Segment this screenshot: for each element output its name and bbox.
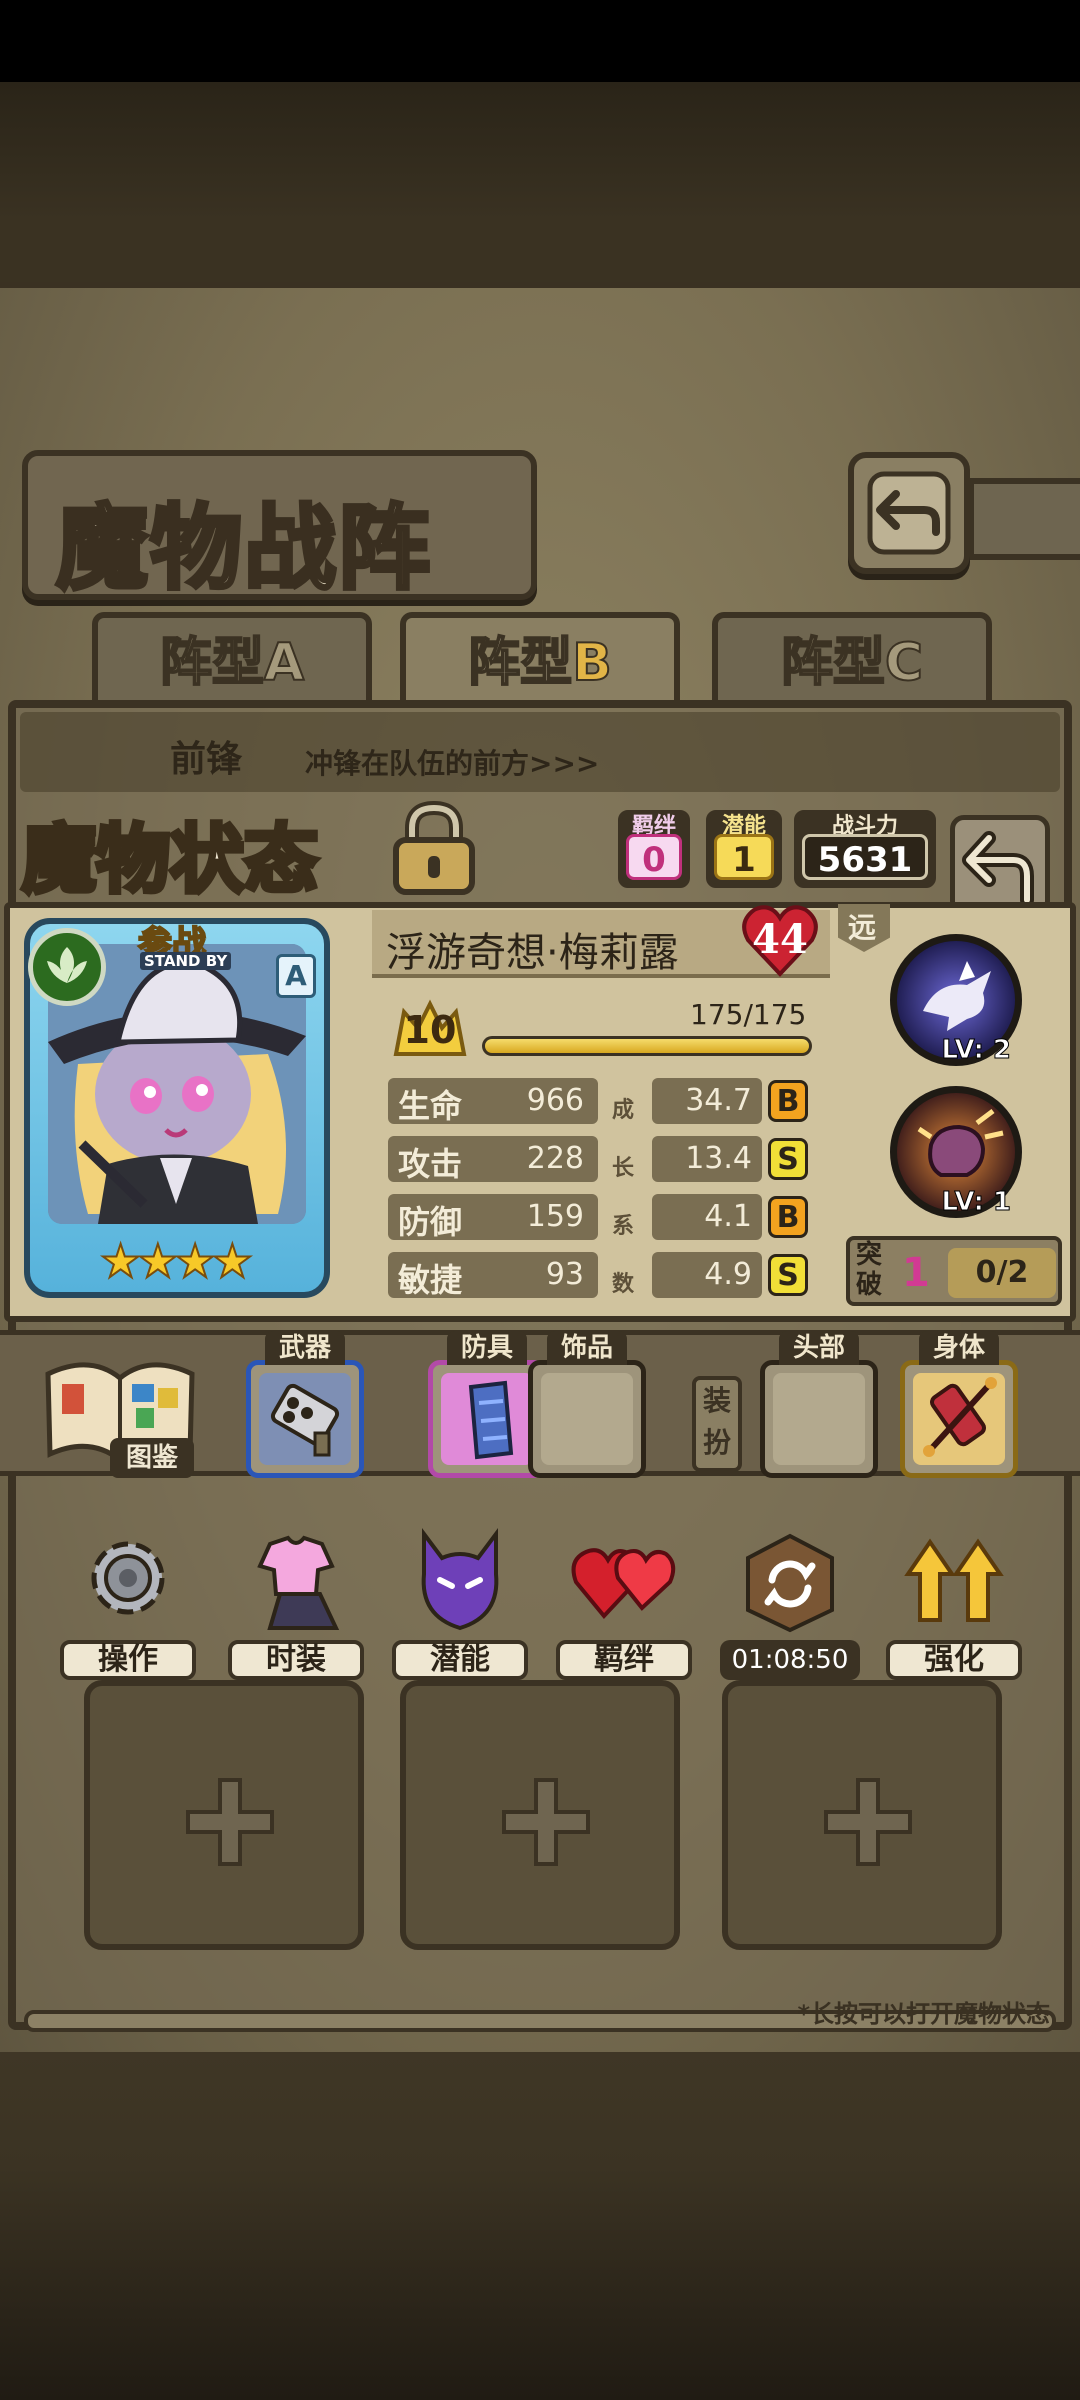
growth-attack: 13.4 S: [652, 1136, 812, 1182]
back-button-tail: [968, 478, 1080, 560]
potential-button[interactable]: 潜能: [392, 1520, 528, 1680]
level-badge: 10: [392, 998, 468, 1060]
demon-icon: [421, 1528, 499, 1631]
status-title: 魔物状态: [20, 815, 321, 906]
scroll-costume-icon: [923, 1377, 997, 1457]
plus-icon: [186, 1778, 274, 1866]
accessory-slot[interactable]: 饰品: [528, 1331, 646, 1478]
chest-timer-button[interactable]: 01:08:50: [720, 1520, 860, 1680]
screen-title-banner: 魔物战阵: [22, 450, 537, 604]
costume-label: 装扮: [692, 1376, 742, 1472]
outfit-icon: [257, 1535, 340, 1630]
front-row-name: 前锋: [170, 739, 243, 780]
gatling-weapon-icon: [270, 1383, 340, 1457]
monster-name: 浮游奇想·梅莉露: [386, 930, 679, 976]
hearts-icon: [571, 1548, 676, 1620]
exp-bar-fill: [485, 1039, 809, 1053]
grade-badge: B: [768, 1196, 808, 1238]
plus-icon: [502, 1778, 590, 1866]
undo-button[interactable]: [950, 815, 1050, 915]
grade-badge: B: [768, 1080, 808, 1122]
return-arrow-icon: [962, 831, 1034, 907]
operate-button[interactable]: 操作: [60, 1520, 196, 1680]
bracer-armor-icon: [468, 1380, 514, 1460]
bond-button[interactable]: 羁绊: [556, 1520, 692, 1680]
front-row-desc: 冲锋在队伍的前方>>>: [305, 747, 600, 780]
star-rating: ★★★★: [99, 1233, 254, 1289]
head-costume-slot[interactable]: 头部: [760, 1331, 878, 1478]
upgrade-arrows-icon: [904, 1538, 1004, 1622]
formation-slot-empty[interactable]: [400, 1680, 680, 1950]
rank-badge: A: [276, 954, 316, 998]
upgrade-button[interactable]: 强化: [886, 1520, 1022, 1680]
skill-slot-2[interactable]: LV: 1: [890, 1086, 1022, 1218]
codex-label: 图鉴: [110, 1438, 194, 1478]
back-button[interactable]: [848, 452, 970, 574]
screen-title: 魔物战阵: [54, 492, 433, 604]
potential-chip: 潜能 1: [706, 810, 782, 888]
growth-defense: 4.1 B: [652, 1194, 812, 1240]
plus-icon: [824, 1778, 912, 1866]
breakthrough-box[interactable]: 突破 1 0/2: [846, 1236, 1062, 1306]
return-icon: [867, 471, 951, 555]
bond-chip: 羁绊 0: [618, 810, 690, 888]
long-press-hint: *长按可以打开魔物状态: [797, 2000, 1050, 2028]
formation-slot-empty[interactable]: [722, 1680, 1002, 1950]
tab-formation-b[interactable]: 阵型B: [400, 612, 680, 708]
standby-badge: 参战 STAND BY: [118, 916, 254, 972]
element-grass-icon: [28, 928, 106, 1006]
exp-bar: [482, 1036, 812, 1056]
grade-badge: S: [768, 1138, 808, 1180]
skill-slot-1[interactable]: LV: 2: [890, 934, 1022, 1066]
chest-countdown: 01:08:50: [720, 1640, 860, 1680]
power-chip: 战斗力 5631: [794, 810, 936, 888]
affection-heart: 44: [740, 902, 820, 980]
growth-coefficient-label: 成 长 系 数: [611, 1098, 634, 1297]
fashion-button[interactable]: 时装: [228, 1520, 364, 1680]
tab-formation-a[interactable]: 阵型A: [92, 612, 372, 708]
exp-text: 175/175: [690, 998, 807, 1031]
grade-badge: S: [768, 1254, 808, 1296]
status-bar: [0, 0, 1080, 82]
formation-slot-empty[interactable]: [84, 1680, 364, 1950]
lock-button[interactable]: [388, 800, 480, 896]
growth-agility: 4.9 S: [652, 1252, 812, 1298]
chest-refresh-icon: [746, 1533, 834, 1633]
tab-formation-c[interactable]: 阵型C: [712, 612, 992, 708]
padlock-icon: [393, 800, 475, 895]
front-row-header: 前锋 冲锋在队伍的前方>>>: [20, 712, 1060, 792]
body-costume-slot[interactable]: 身体: [900, 1331, 1018, 1478]
weapon-slot[interactable]: 武器: [246, 1331, 364, 1478]
growth-hp: 34.7 B: [652, 1078, 812, 1124]
gear-icon: [91, 1541, 165, 1615]
